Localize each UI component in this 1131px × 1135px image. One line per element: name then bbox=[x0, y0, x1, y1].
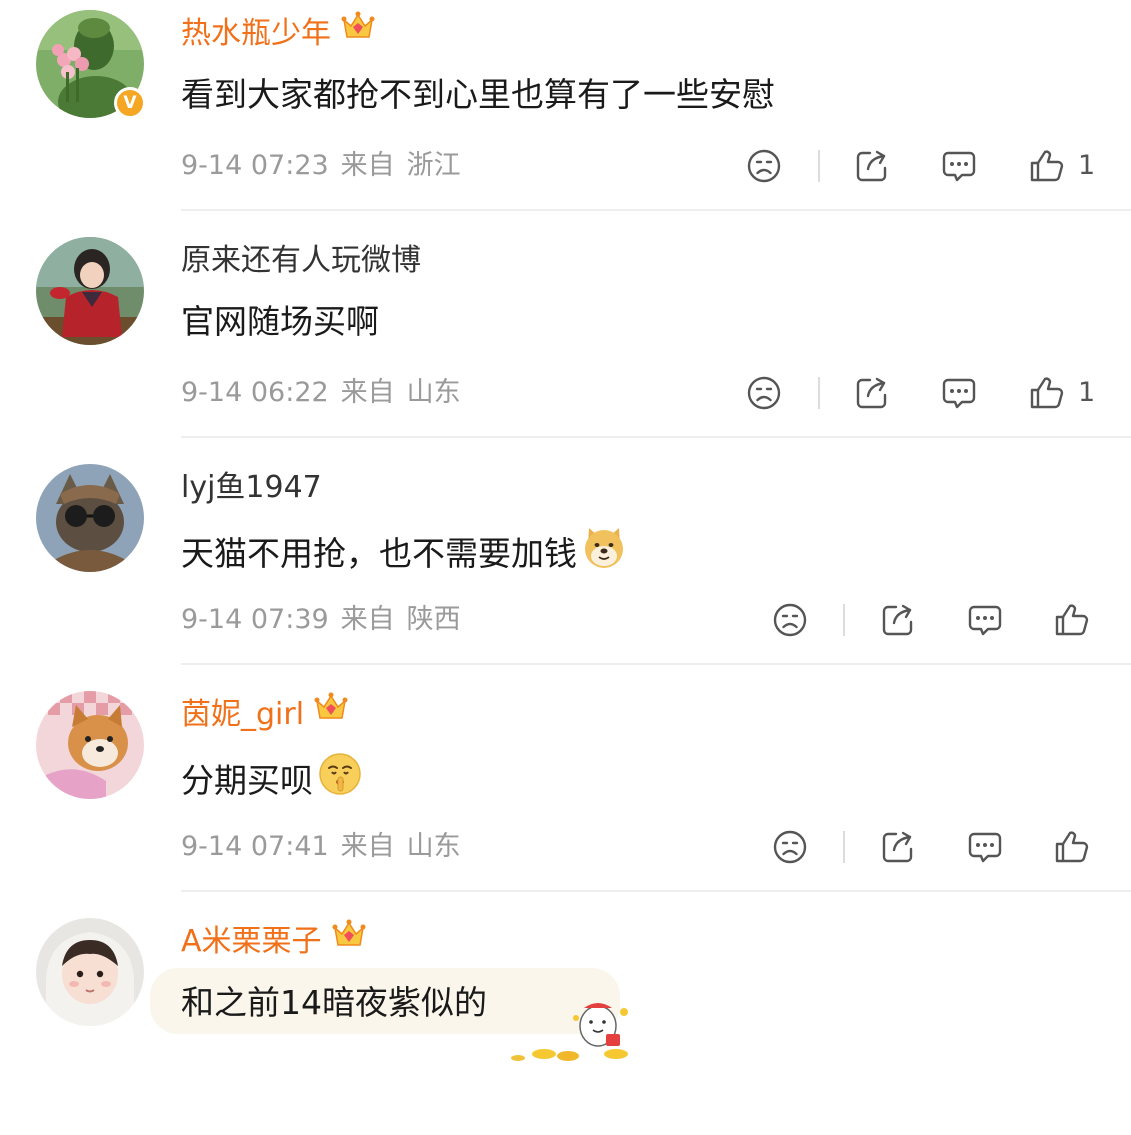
action-bar bbox=[0, 600, 1131, 640]
username[interactable]: lyj鱼1947 bbox=[181, 468, 322, 508]
comment-icon[interactable] bbox=[967, 602, 1003, 638]
vip-crown-icon bbox=[332, 919, 366, 960]
comment-text: 和之前14暗夜紫似的 bbox=[181, 983, 487, 1022]
comment-item: 茵妮_girl 分期买呗 9-14 07:41 来自 山东 bbox=[0, 681, 1131, 908]
repost-icon[interactable] bbox=[854, 375, 890, 411]
thumbs-up-icon[interactable] bbox=[1054, 602, 1090, 638]
thumbs-up-icon[interactable] bbox=[1054, 829, 1090, 865]
thumbs-up-icon[interactable] bbox=[1029, 375, 1065, 411]
comment-text: 分期买呗 bbox=[181, 751, 363, 811]
divider bbox=[181, 436, 1131, 438]
dislike-face-icon[interactable] bbox=[772, 829, 808, 865]
separator bbox=[818, 377, 820, 409]
separator bbox=[843, 831, 845, 863]
avatar[interactable] bbox=[36, 918, 144, 1026]
comment-item: lyj鱼1947 天猫不用抢，也不需要加钱 9-14 07:39 来自 陕西 bbox=[0, 454, 1131, 681]
comment-item: 原来还有人玩微博 官网随场买啊 9-14 06:22 来自 山东 1 bbox=[0, 227, 1131, 454]
verified-badge: V bbox=[114, 87, 146, 119]
comment-item: V 热水瓶少年 看到大家都抢不到心里也算有了一些安慰 9-14 07:23 来自浙… bbox=[0, 0, 1131, 227]
username[interactable]: 热水瓶少年 bbox=[181, 11, 375, 55]
repost-icon[interactable] bbox=[854, 148, 890, 184]
avatar[interactable] bbox=[36, 691, 144, 799]
username[interactable]: 原来还有人玩微博 bbox=[181, 241, 421, 281]
divider bbox=[181, 209, 1131, 211]
repost-icon[interactable] bbox=[880, 829, 916, 865]
avatar[interactable] bbox=[36, 237, 144, 345]
repost-icon[interactable] bbox=[880, 602, 916, 638]
comment-icon[interactable] bbox=[941, 148, 977, 184]
action-bar bbox=[0, 827, 1131, 867]
dislike-face-icon[interactable] bbox=[746, 148, 782, 184]
dislike-face-icon[interactable] bbox=[746, 375, 782, 411]
action-bar: 1 bbox=[0, 373, 1131, 413]
vip-crown-icon bbox=[314, 692, 348, 733]
shush-emoji bbox=[317, 751, 363, 808]
avatar[interactable] bbox=[36, 464, 144, 572]
divider bbox=[181, 663, 1131, 665]
comment-icon[interactable] bbox=[967, 829, 1003, 865]
comment-text: 官网随场买啊 bbox=[181, 302, 379, 341]
thumbs-up-icon[interactable] bbox=[1029, 148, 1065, 184]
username[interactable]: 茵妮_girl bbox=[181, 692, 348, 736]
comment-text: 看到大家都抢不到心里也算有了一些安慰 bbox=[181, 75, 775, 114]
username[interactable]: A米栗栗子 bbox=[181, 919, 366, 963]
like-count: 1 bbox=[1078, 150, 1096, 181]
comment-item: A米栗栗子 和之前14暗夜紫似的 bbox=[0, 908, 1131, 1135]
lucky-bubble-sticker bbox=[498, 996, 638, 1070]
dislike-face-icon[interactable] bbox=[772, 602, 808, 638]
action-bar: 1 bbox=[0, 146, 1131, 186]
divider bbox=[181, 890, 1131, 892]
comment-icon[interactable] bbox=[941, 375, 977, 411]
like-count: 1 bbox=[1078, 377, 1096, 408]
doge-emoji bbox=[581, 524, 627, 581]
vip-crown-icon bbox=[341, 11, 375, 52]
separator bbox=[843, 604, 845, 636]
comment-text: 天猫不用抢，也不需要加钱 bbox=[181, 527, 627, 584]
separator bbox=[818, 150, 820, 182]
